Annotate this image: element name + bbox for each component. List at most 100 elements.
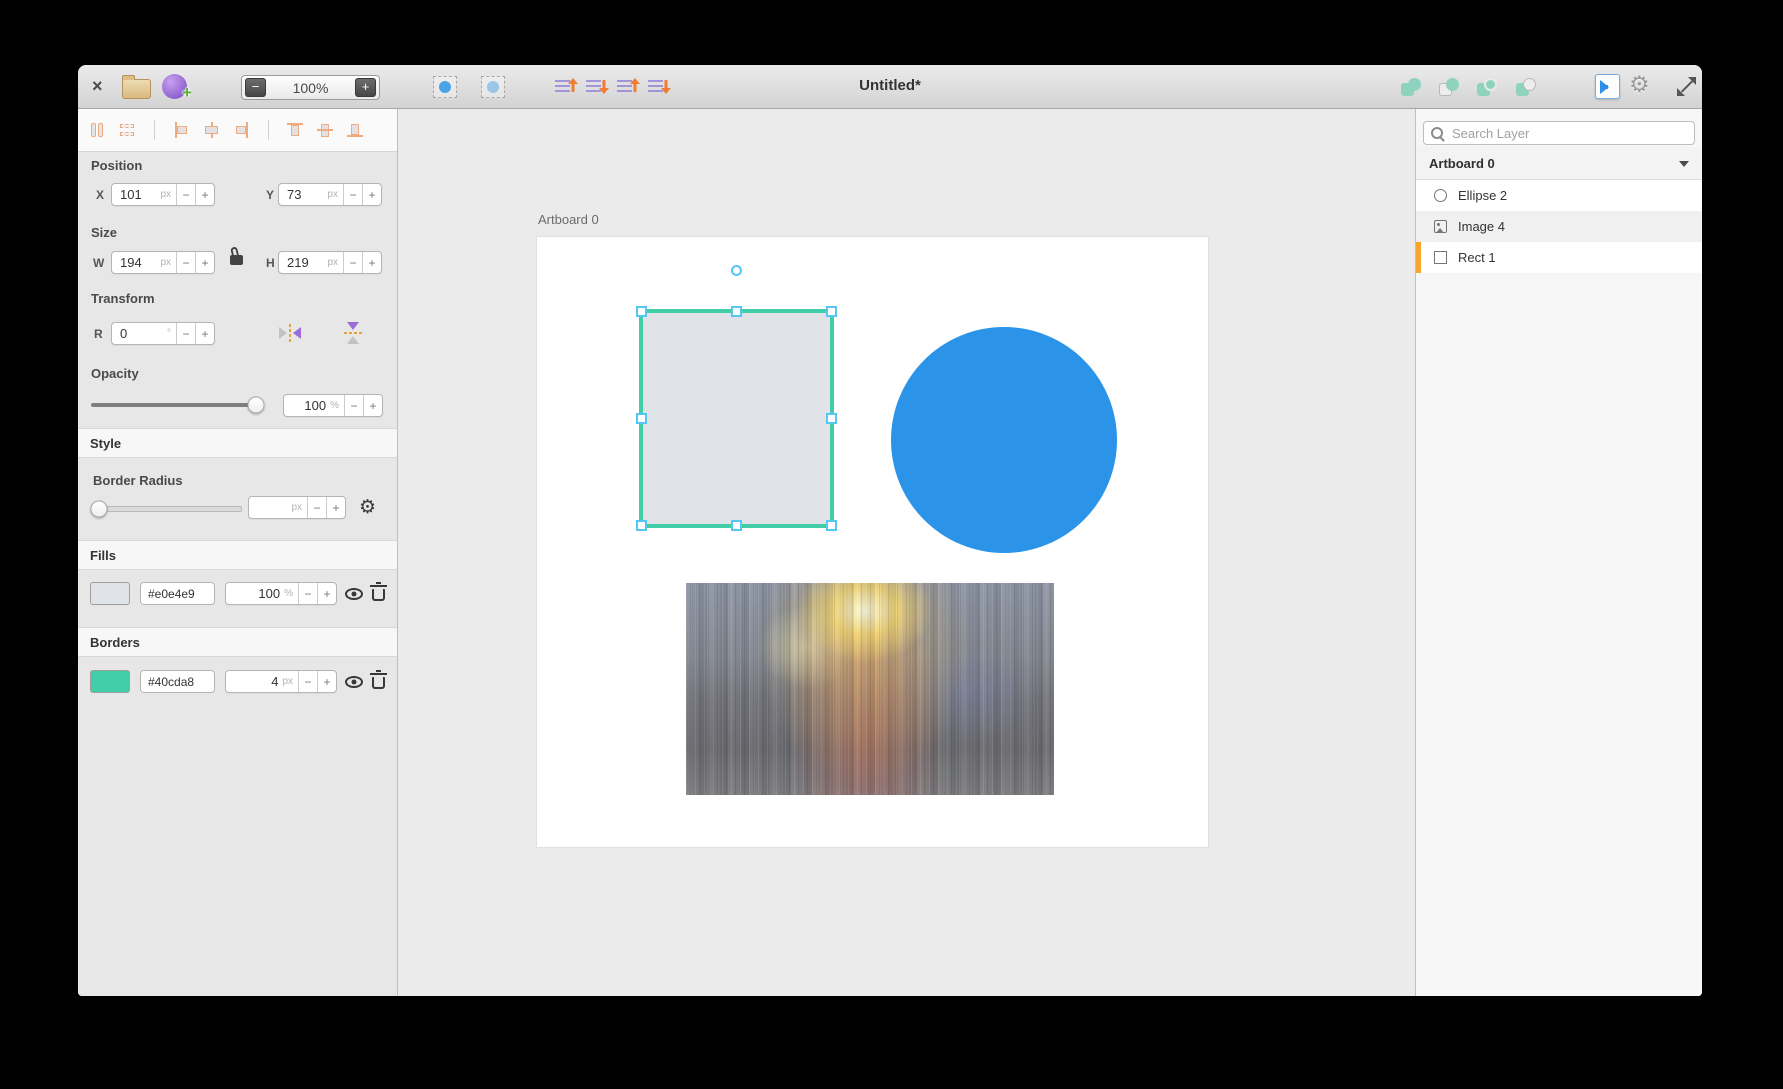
boolean-union-icon[interactable] [1399,76,1423,98]
bring-to-front-icon[interactable] [617,78,641,95]
selection-handle-bottom-left[interactable] [636,520,647,531]
rotation-handle[interactable] [731,265,742,276]
height-decrement-button[interactable]: − [343,252,362,273]
rotation-increment-button[interactable]: + [195,323,214,344]
border-radius-increment-button[interactable]: + [326,497,345,518]
border-radius-options-icon[interactable]: ⚙ [359,498,376,517]
border-width-decrement-button[interactable]: − [298,671,317,692]
selection-handle-bottom-center[interactable] [731,520,742,531]
height-unit: px [327,257,338,268]
artboard-label[interactable]: Artboard 0 [538,212,599,227]
opacity-increment-button[interactable]: + [363,395,382,416]
fill-delete-trash-icon[interactable] [372,589,385,601]
selection-handle-bottom-right[interactable] [826,520,837,531]
align-center-vertical-icon[interactable] [317,122,334,138]
rect-object[interactable] [639,309,834,528]
y-field: 73px − + [278,183,382,206]
artboard-group-header[interactable]: Artboard 0 [1416,147,1702,180]
align-top-icon[interactable] [287,122,304,138]
align-center-horizontal-icon[interactable] [203,122,220,138]
layer-row-ellipse[interactable]: Ellipse 2 [1416,180,1702,211]
titlebar[interactable]: × + − 100% + Untitled* [78,65,1702,109]
align-right-icon[interactable] [233,122,250,138]
fullscreen-icon[interactable] [1677,77,1696,96]
distribute-vertical-icon[interactable] [119,122,136,138]
height-increment-button[interactable]: + [362,252,381,273]
distribute-horizontal-icon[interactable] [89,122,106,138]
y-input[interactable]: 73px [279,184,343,205]
zoom-level[interactable]: 100% [269,80,352,96]
align-bottom-icon[interactable] [347,122,364,138]
flip-vertical-icon[interactable] [344,322,362,344]
border-radius-decrement-button[interactable]: − [307,497,326,518]
fill-opacity-decrement-button[interactable]: − [298,583,317,604]
select-all-icon[interactable] [433,76,457,98]
borders-section-header: Borders [78,627,397,657]
layers-empty-area[interactable] [1416,273,1702,996]
ellipse-object[interactable] [891,327,1117,553]
boolean-exclude-icon[interactable] [1514,76,1538,98]
y-decrement-button[interactable]: − [343,184,362,205]
window-title: Untitled* [859,77,921,94]
search-input[interactable] [1450,125,1687,142]
width-decrement-button[interactable]: − [176,252,195,273]
image-object[interactable] [686,583,1054,795]
align-left-icon[interactable] [173,122,190,138]
border-color-swatch[interactable] [90,670,130,693]
layer-row-rect[interactable]: Rect 1 [1416,242,1702,273]
layer-search-box[interactable] [1423,121,1695,145]
settings-gear-icon[interactable]: ⚙ [1629,72,1650,98]
border-width-increment-button[interactable]: + [317,671,336,692]
opacity-decrement-button[interactable]: − [344,395,363,416]
selection-handle-top-left[interactable] [636,306,647,317]
triangle-right [293,327,301,339]
border-hex-field[interactable]: #40cda8 [140,670,215,693]
border-visibility-eye-icon[interactable] [345,676,363,688]
x-input[interactable]: 101px [112,184,176,205]
opacity-slider[interactable] [91,403,261,407]
opacity-slider-knob[interactable] [247,397,264,414]
border-delete-trash-icon[interactable] [372,677,385,689]
border-radius-input[interactable]: px [249,497,307,518]
width-input[interactable]: 194px [112,252,176,273]
flip-horizontal-icon[interactable] [279,324,301,342]
deselect-icon[interactable] [481,76,505,98]
fill-opacity-input[interactable]: 100% [226,583,298,604]
x-increment-button[interactable]: + [195,184,214,205]
selection-handle-top-right[interactable] [826,306,837,317]
boolean-difference-icon[interactable] [1437,76,1461,98]
open-file-icon[interactable] [122,79,151,99]
fill-visibility-eye-icon[interactable] [345,588,363,600]
opacity-input[interactable]: 100% [284,395,344,416]
search-icon [1431,127,1443,139]
rotation-decrement-button[interactable]: − [176,323,195,344]
rotation-input[interactable]: 0° [112,323,176,344]
selection-handle-middle-left[interactable] [636,413,647,424]
bring-forward-icon[interactable] [555,78,579,95]
close-window-button[interactable]: × [92,76,103,96]
x-decrement-button[interactable]: − [176,184,195,205]
send-to-back-icon[interactable] [648,78,672,95]
chevron-down-icon[interactable] [1679,161,1689,172]
y-increment-button[interactable]: + [362,184,381,205]
canvas[interactable]: Artboard 0 [398,109,1415,996]
layer-row-image[interactable]: Image 4 [1416,211,1702,242]
border-radius-slider[interactable] [91,506,242,512]
height-input[interactable]: 219px [279,252,343,273]
zoom-in-button[interactable]: + [355,78,376,97]
width-increment-button[interactable]: + [195,252,214,273]
fill-color-swatch[interactable] [90,582,130,605]
fill-hex-field[interactable]: #e0e4e9 [140,582,215,605]
main-area: Position X 101px − + Y 73px − + Size W 1… [78,109,1702,996]
export-artboards-icon[interactable]: + [162,74,187,99]
border-radius-slider-knob[interactable] [91,501,108,518]
selection-handle-top-center[interactable] [731,306,742,317]
boolean-intersect-icon[interactable] [1475,76,1499,98]
zoom-out-button[interactable]: − [245,78,266,97]
lock-ratio-icon[interactable] [230,255,243,265]
export-icon[interactable] [1595,74,1620,99]
border-width-input[interactable]: 4px [226,671,298,692]
send-backward-icon[interactable] [586,78,610,95]
fill-opacity-increment-button[interactable]: + [317,583,336,604]
selection-handle-middle-right[interactable] [826,413,837,424]
